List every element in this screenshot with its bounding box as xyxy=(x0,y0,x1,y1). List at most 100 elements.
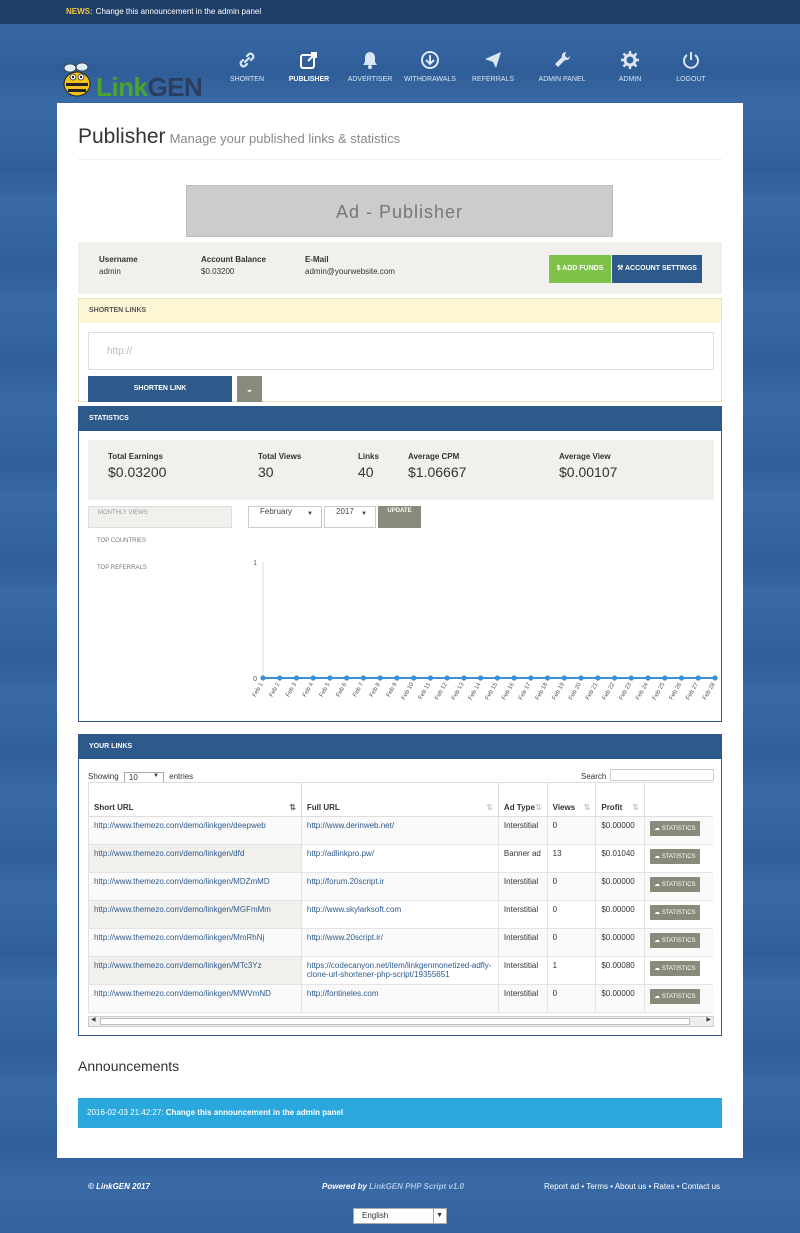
cell-full-url-text[interactable]: https://codecanyon.net/item/linkgenmonet… xyxy=(307,961,492,979)
cell-full-url-text[interactable]: http://adlinkpro.pw/ xyxy=(307,849,374,858)
col-profit[interactable]: Profit ⇅ xyxy=(595,782,646,817)
cell-full-url: http://adlinkpro.pw/ xyxy=(300,844,499,873)
x-tick-label: Feb 12 xyxy=(434,681,449,701)
col-short-url[interactable]: Short URL ⇅ xyxy=(88,782,302,817)
data-point xyxy=(595,675,601,681)
stat-average-cpm: Average CPM $1.06667 xyxy=(408,452,467,480)
x-tick-label: Feb 11 xyxy=(418,681,433,700)
add-funds-button[interactable]: $ ADD FUNDS xyxy=(549,255,611,283)
divider xyxy=(78,159,722,160)
nav-referrals[interactable]: REFERRALS xyxy=(458,50,528,83)
nav-shorten[interactable]: SHORTEN xyxy=(212,50,282,83)
language-select[interactable]: English ▼ xyxy=(353,1208,447,1224)
data-point xyxy=(277,675,283,681)
statistics-button[interactable]: ☁ STATISTICS xyxy=(650,933,700,948)
cell-profit-text: $0.00000 xyxy=(601,821,635,830)
your-links-panel: YOUR LINKS Showing 10 ▼ entries Search S… xyxy=(78,734,722,1036)
url-input[interactable]: http:// xyxy=(88,332,714,370)
cell-full-url-text[interactable]: http://www.derinweb.net/ xyxy=(307,821,394,830)
account-settings-button[interactable]: ⚒ ACCOUNT SETTINGS xyxy=(612,255,702,283)
cloud-icon: ☁ xyxy=(654,910,661,916)
cell-views-text: 0 xyxy=(552,821,558,830)
ad-banner[interactable]: Ad - Publisher xyxy=(186,185,613,237)
x-tick-label: Feb 24 xyxy=(635,681,650,701)
cell-short-url-text[interactable]: http://www.themezo.com/demo/linkgen/MTc3… xyxy=(94,961,262,970)
month-select[interactable]: February ▼ xyxy=(248,506,322,528)
x-tick-label: Feb 20 xyxy=(568,681,583,701)
search-input[interactable] xyxy=(610,769,714,781)
data-point xyxy=(411,675,417,681)
horizontal-scrollbar[interactable]: ◀ ▶ xyxy=(88,1016,714,1027)
x-tick-label: Feb 8 xyxy=(369,681,382,698)
statistics-button[interactable]: ☁ STATISTICS xyxy=(650,961,700,976)
update-button[interactable]: UPDATE xyxy=(378,506,421,528)
cell-short-url-text[interactable]: http://www.themezo.com/demo/linkgen/dfd xyxy=(94,849,244,858)
shorten-link-button[interactable]: SHORTEN LINK xyxy=(88,376,232,402)
scroll-right-icon[interactable]: ▶ xyxy=(706,1016,711,1023)
data-point xyxy=(611,675,618,681)
footer-links[interactable]: Report ad • Terms • About us • Rates • C… xyxy=(544,1182,720,1191)
x-tick-label: Feb 13 xyxy=(451,681,466,701)
cell-stats: ☁ STATISTICS xyxy=(644,816,713,845)
cell-full-url-text[interactable]: http://fontineles.com xyxy=(307,989,379,998)
tab-monthly-views[interactable]: MONTHLY VIEWS xyxy=(88,506,232,528)
table-row: http://www.themezo.com/demo/linkgen/MTc3… xyxy=(88,956,713,985)
col-ad-type[interactable]: Ad Type ⇅ xyxy=(497,782,548,817)
table-row: http://www.themezo.com/demo/linkgen/MDZm… xyxy=(88,872,713,901)
table-header-row: Short URL ⇅ Full URL ⇅ Ad Type ⇅ Views ⇅ Pro… xyxy=(88,782,713,817)
stats-summary: Total Earnings $0.03200 Total Views 30 Lin… xyxy=(88,440,714,500)
cell-stats: ☁ STATISTICS xyxy=(644,928,713,957)
cell-short-url-text[interactable]: http://www.themezo.com/demo/linkgen/deep… xyxy=(94,821,266,830)
data-point xyxy=(662,675,668,681)
cell-short-url-text[interactable]: http://www.themezo.com/demo/linkgen/MDZm… xyxy=(94,877,270,886)
cell-short-url-text[interactable]: http://www.themezo.com/demo/linkgen/MWVm… xyxy=(94,989,271,998)
x-tick-label: Feb 6 xyxy=(336,681,349,698)
cell-full-url: http://fontineles.com xyxy=(300,984,499,1013)
statistics-button[interactable]: ☁ STATISTICS xyxy=(650,989,700,1004)
statistics-button[interactable]: ☁ STATISTICS xyxy=(650,877,700,892)
data-point xyxy=(578,675,584,681)
nav-publisher[interactable]: PUBLISHER xyxy=(274,50,344,83)
table-row: http://www.themezo.com/demo/linkgen/MGFm… xyxy=(88,900,713,929)
cell-ad-type: Interstitial xyxy=(497,928,548,957)
download-circle-icon xyxy=(421,51,439,69)
col-full-url[interactable]: Full URL ⇅ xyxy=(300,782,499,817)
data-point xyxy=(360,675,367,681)
cell-full-url-text[interactable]: http://www.20script.ir/ xyxy=(307,933,383,942)
x-tick-label: Feb 27 xyxy=(685,681,700,701)
tab-top-countries[interactable]: TOP COUNTRIES xyxy=(97,538,146,544)
nav-logout[interactable]: LOGOUT xyxy=(656,50,726,83)
statistics-button[interactable]: ☁ STATISTICS xyxy=(650,821,700,836)
cell-short-url-text[interactable]: http://www.themezo.com/demo/linkgen/MGFm… xyxy=(94,905,271,914)
chevron-down-icon[interactable]: ⌄ xyxy=(237,376,262,402)
cell-views-text: 0 xyxy=(552,877,558,886)
statistics-panel: STATISTICS Total Earnings $0.03200 Total … xyxy=(78,406,722,722)
cell-profit: $0.00000 xyxy=(595,900,646,929)
statistics-button[interactable]: ☁ STATISTICS xyxy=(650,905,700,920)
scroll-left-icon[interactable]: ◀ xyxy=(91,1016,96,1023)
cell-short-url: http://www.themezo.com/demo/linkgen/MGFm… xyxy=(88,900,302,929)
page-title: Publisher Manage your published links & s… xyxy=(78,125,401,148)
cell-full-url-text[interactable]: http://forum.20script.ir xyxy=(307,877,384,886)
statistics-button[interactable]: ☁ STATISTICS xyxy=(650,849,700,864)
account-balance: Account Balance $0.03200 xyxy=(201,255,266,276)
nav-admin[interactable]: ADMIN xyxy=(595,50,665,83)
col-views[interactable]: Views ⇅ xyxy=(546,782,597,817)
cell-full-url: http://forum.20script.ir xyxy=(300,872,499,901)
paper-plane-icon xyxy=(485,52,501,68)
account-email: E-Mail admin@yourwebsite.com xyxy=(305,255,395,276)
data-point xyxy=(344,675,350,681)
statistics-panel-header: STATISTICS xyxy=(79,407,721,431)
data-point xyxy=(544,675,551,681)
tab-top-referrals[interactable]: TOP REFERRALS xyxy=(97,565,147,571)
cell-views: 0 xyxy=(546,928,597,957)
nav-withdrawals[interactable]: WITHDRAWALS xyxy=(395,50,465,83)
nav-admin-panel[interactable]: ADMIN PANEL xyxy=(527,50,597,83)
powered-by: Powered by LinkGEN PHP Script v1.0 xyxy=(322,1182,464,1191)
data-point xyxy=(394,675,400,681)
cell-full-url-text[interactable]: http://www.skylarksoft.com xyxy=(307,905,401,914)
data-point xyxy=(444,675,450,681)
cell-short-url-text[interactable]: http://www.themezo.com/demo/linkgen/MmRh… xyxy=(94,933,264,942)
scrollbar-thumb[interactable] xyxy=(100,1018,690,1025)
year-select[interactable]: 2017 ▼ xyxy=(324,506,376,528)
